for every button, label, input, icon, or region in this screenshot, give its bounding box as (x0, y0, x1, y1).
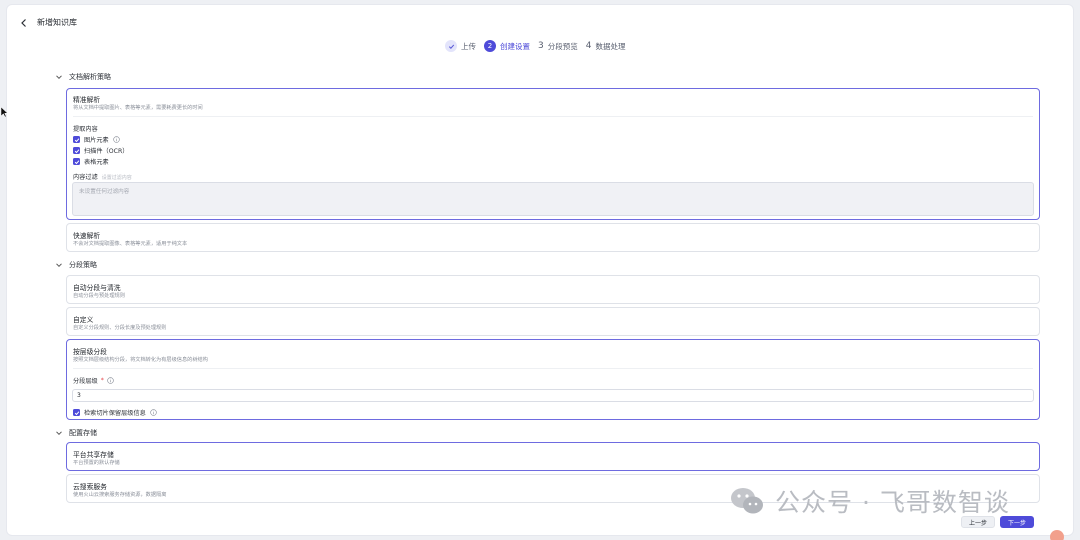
step-label: 创建设置 (500, 41, 530, 51)
watermark: 公众号 · 飞哥数智谈 (729, 483, 1010, 519)
parse-option-fast[interactable]: 快速解析 不会对文档提取图像、表格等元素，适用于纯文本 (66, 223, 1040, 252)
checkbox-ocr[interactable]: 扫描件（OCR） (73, 146, 128, 155)
card-title: 自定义 (73, 316, 94, 324)
avatar[interactable] (1050, 530, 1064, 540)
parse-option-precise[interactable]: 精准解析 将从文档中提取图片、表格等元素，需要耗费更长的时间 提取内容 图片元素… (66, 88, 1040, 220)
section-title: 分段策略 (69, 261, 97, 269)
info-icon[interactable] (107, 377, 114, 384)
checkbox-image[interactable]: 图片元素 (73, 135, 120, 144)
storage-option-platform[interactable]: 平台共享存储 平台预置的默认存储 (66, 442, 1040, 471)
checkbox-keep-level[interactable]: 检索切片保留层级信息 (73, 408, 157, 417)
card-title: 快速解析 (73, 232, 101, 240)
card-desc: 自定义分段规则、分段长度及预处理规则 (73, 325, 167, 331)
card-title: 平台共享存储 (73, 451, 114, 459)
card-title: 云搜索服务 (73, 483, 107, 491)
step-number: 3 (538, 41, 544, 51)
filter-label: 内容过滤 (73, 174, 98, 181)
extract-label: 提取内容 (73, 126, 98, 133)
chevron-down-icon (56, 75, 62, 80)
check-icon (445, 40, 457, 52)
level-label: 分段层级 (73, 378, 98, 385)
checkbox-table[interactable]: 表格元素 (73, 157, 109, 166)
card-desc: 将从文档中提取图片、表格等元素，需要耗费更长的时间 (73, 105, 203, 111)
card-title: 按层级分段 (73, 348, 107, 356)
level-label-row: 分段层级 * (73, 376, 114, 385)
step-preview[interactable]: 3 分段预览 (538, 40, 578, 52)
step-label: 分段预览 (547, 41, 578, 51)
checkbox-label: 表格元素 (84, 159, 109, 166)
step-upload[interactable]: 上传 (445, 40, 476, 52)
next-step-button[interactable]: 下一步 (1000, 516, 1034, 528)
section-storage-header[interactable]: 配置存储 (55, 428, 97, 438)
filter-label-row: 内容过滤 设置过滤内容 (73, 172, 132, 181)
card-desc: 按照文档层级结构分段，将文档转化为有层级信息的树结构 (73, 357, 208, 363)
divider (73, 116, 1033, 117)
card-title: 自动分段与清洗 (73, 284, 121, 292)
card-desc: 自动分段与预处理规则 (73, 293, 125, 299)
card-title: 精准解析 (73, 96, 101, 104)
checkbox-checked-icon[interactable] (73, 409, 80, 416)
mouse-cursor-icon (0, 106, 8, 118)
stepper: 上传 2 创建设置 3 分段预览 4 数据处理 (445, 40, 625, 52)
step-number: 4 (585, 41, 592, 51)
checkbox-label: 扫描件（OCR） (84, 148, 129, 155)
section-parse-header[interactable]: 文档解析策略 (55, 72, 111, 82)
info-icon[interactable] (150, 409, 157, 416)
checkbox-checked-icon[interactable] (73, 136, 80, 143)
step-label: 上传 (461, 41, 476, 51)
checkbox-label: 图片元素 (84, 137, 109, 144)
step-processing[interactable]: 4 数据处理 (586, 40, 626, 52)
segment-option-auto[interactable]: 自动分段与清洗 自动分段与预处理规则 (66, 275, 1040, 304)
chevron-down-icon (56, 263, 62, 268)
filter-hint-link[interactable]: 设置过滤内容 (102, 175, 132, 181)
divider (73, 368, 1033, 369)
prev-step-button[interactable]: 上一步 (961, 516, 995, 528)
segment-option-level[interactable]: 按层级分段 按照文档层级结构分段，将文档转化为有层级信息的树结构 分段层级 * … (66, 339, 1040, 420)
info-icon[interactable] (113, 136, 120, 143)
card-desc: 平台预置的默认存储 (73, 460, 120, 466)
section-title: 文档解析策略 (69, 73, 111, 81)
segment-option-custom[interactable]: 自定义 自定义分段规则、分段长度及预处理规则 (66, 307, 1040, 336)
step-label: 数据处理 (595, 41, 626, 51)
filter-textarea[interactable]: 未设置任何过滤内容 (72, 182, 1034, 216)
page-container: 新增知识库 上传 2 创建设置 3 分段预览 4 数据处理 文档解析策略 精准解… (6, 4, 1074, 536)
step-number: 2 (484, 40, 496, 52)
step-settings[interactable]: 2 创建设置 (484, 40, 530, 52)
section-segment-header[interactable]: 分段策略 (55, 260, 97, 270)
card-desc: 不会对文档提取图像、表格等元素，适用于纯文本 (73, 241, 188, 247)
checkbox-checked-icon[interactable] (73, 158, 80, 165)
section-title: 配置存储 (69, 429, 97, 437)
page-title: 新增知识库 (37, 18, 77, 27)
wechat-icon (731, 488, 763, 514)
chevron-down-icon (56, 431, 62, 436)
required-mark: * (100, 377, 104, 384)
checkbox-checked-icon[interactable] (73, 147, 80, 154)
card-desc: 使用火山云搜索服务存储资源，数据隔离 (73, 492, 167, 498)
watermark-text: 公众号 · 飞哥数智谈 (775, 488, 1010, 517)
checkbox-label: 检索切片保留层级信息 (84, 410, 146, 417)
level-input[interactable]: 3 (72, 389, 1034, 402)
page-header: 新增知识库 (19, 17, 77, 28)
back-arrow-icon[interactable] (19, 18, 29, 28)
